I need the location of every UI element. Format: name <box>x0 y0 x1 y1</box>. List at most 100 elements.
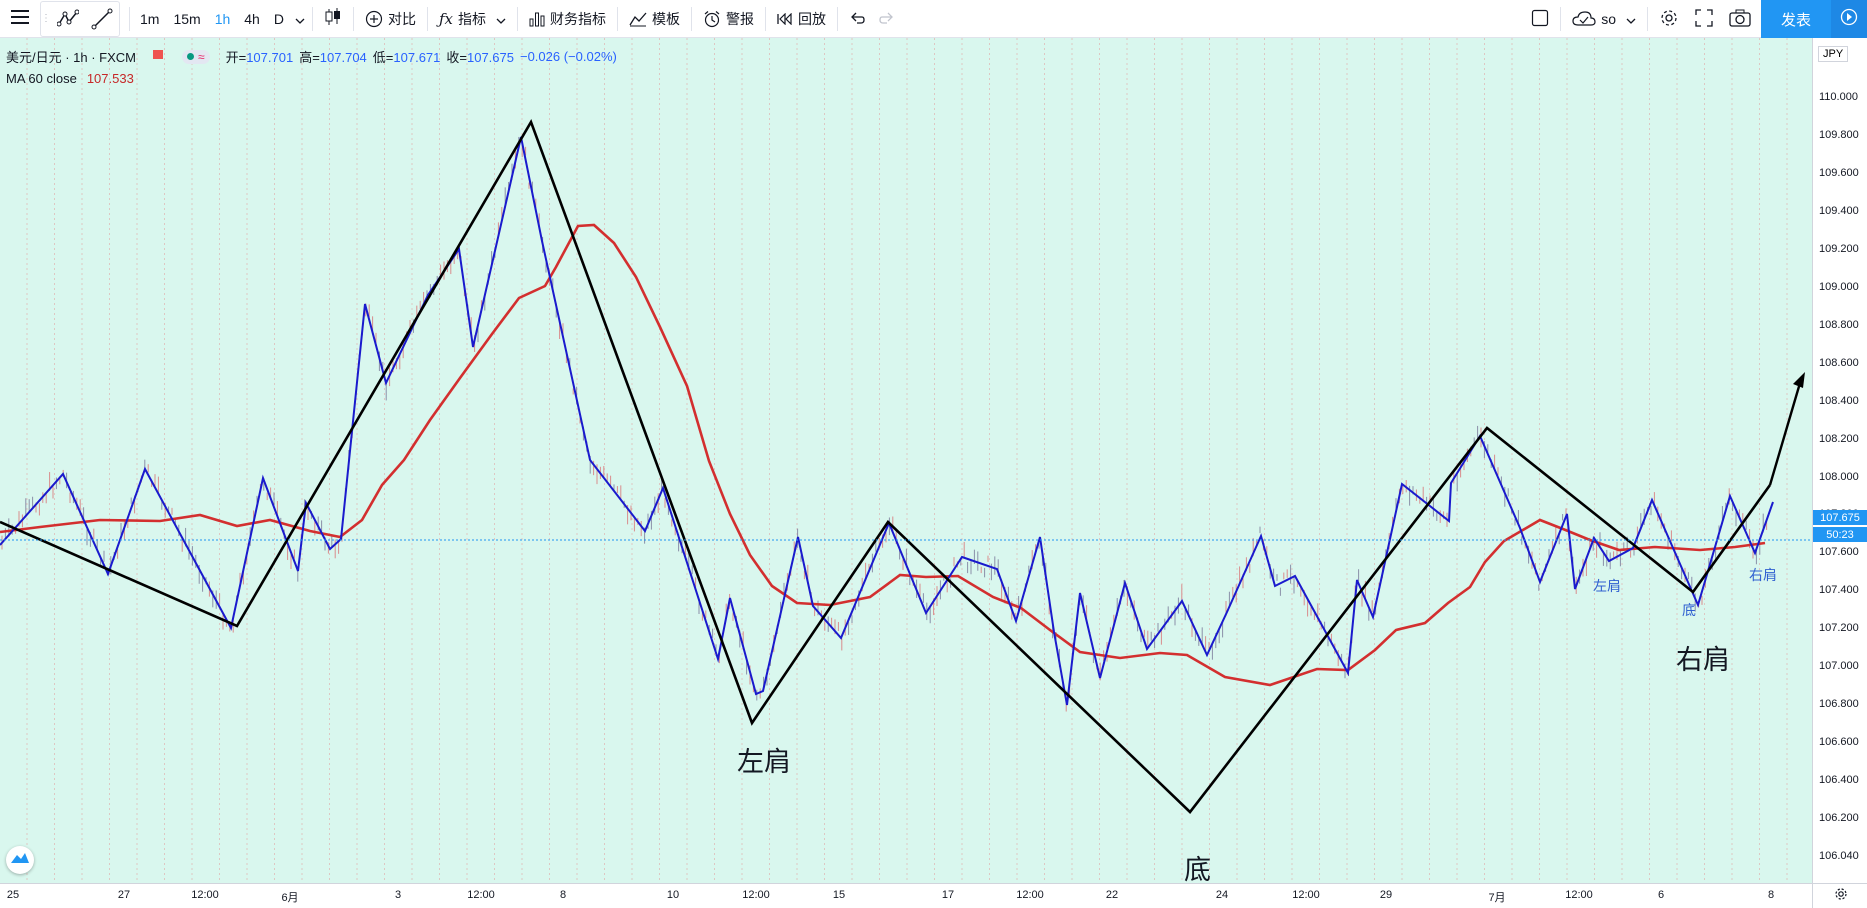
publish-button[interactable]: 发表 <box>1761 0 1831 38</box>
time-tick-label: 7月 <box>1488 892 1506 904</box>
left-shoulder-label: 左肩 <box>737 747 791 778</box>
replay-button[interactable]: 回放 <box>769 0 834 38</box>
indicators-label: 指标 <box>457 10 486 27</box>
time-axis[interactable]: 25 27 12:00 6月 3 12:00 8 10 12:00 15 17 12:00 22 24 12… <box>0 883 1812 908</box>
financials-button[interactable]: 财务指标 <box>521 0 614 38</box>
gear-icon <box>1659 8 1679 31</box>
time-tick-label: 10 <box>666 889 680 901</box>
divider <box>426 6 428 31</box>
interval-d[interactable]: D <box>267 0 291 38</box>
undo-button[interactable] <box>841 0 873 38</box>
publish-menu-button[interactable] <box>1831 0 1867 38</box>
fullscreen-icon <box>1695 8 1713 30</box>
templates-label: 模板 <box>651 10 680 27</box>
open-value: 开=107.701 <box>226 47 294 66</box>
interval-1m[interactable]: 1m <box>133 0 166 38</box>
divider <box>516 6 518 31</box>
time-tick-label: 12:00 <box>742 889 770 901</box>
templates-button[interactable]: 模板 <box>621 0 688 38</box>
alert-label: 警报 <box>725 10 754 27</box>
divider <box>352 6 354 31</box>
time-tick-label: 8 <box>559 889 567 901</box>
play-circle-icon <box>1840 8 1858 31</box>
divider <box>1560 7 1562 31</box>
status-dot-icon <box>187 53 195 60</box>
price-tick-label: 108.000 <box>1819 471 1859 483</box>
time-tick-label: 12:00 <box>191 889 219 901</box>
interval-dropdown[interactable] <box>291 0 309 38</box>
settings-button[interactable] <box>1651 0 1687 38</box>
time-tick-label: 6 <box>1657 889 1665 901</box>
layout-button[interactable] <box>1523 0 1557 38</box>
cloud-label: so <box>1601 11 1616 27</box>
divider <box>1647 7 1648 31</box>
close-label: 收= <box>446 50 467 65</box>
countdown-tag: 50:23 <box>1813 527 1867 542</box>
pattern-tool-icon[interactable] <box>51 0 85 38</box>
snapshot-button[interactable] <box>1721 0 1759 38</box>
trendline-tool-icon[interactable] <box>85 0 119 38</box>
axis-settings-button[interactable] <box>1812 883 1867 908</box>
time-tick-label: 27 <box>117 889 131 901</box>
alarm-clock-icon <box>703 10 721 28</box>
replay-label: 回放 <box>797 10 826 27</box>
alert-button[interactable]: 警报 <box>695 0 762 38</box>
interval-4h[interactable]: 4h <box>237 0 267 38</box>
hamburger-icon <box>11 10 29 27</box>
price-tick-label: 107.000 <box>1819 660 1859 672</box>
fx-icon: ƒx <box>438 9 453 28</box>
price-tick-label: 109.400 <box>1819 205 1859 217</box>
price-tick-label: 108.200 <box>1819 433 1859 445</box>
time-tick-label: 12:00 <box>1292 889 1320 901</box>
price-tick-label: 106.200 <box>1819 812 1859 824</box>
time-tick-label: 12:00 <box>1565 889 1593 901</box>
currency-label[interactable]: JPY <box>1818 46 1849 62</box>
divider <box>129 6 130 31</box>
ma-legend[interactable]: MA 60 close 107.533 <box>6 71 134 86</box>
camera-icon <box>1729 9 1751 30</box>
low-value: 低=107.671 <box>373 47 441 66</box>
high-label: 高= <box>299 50 320 65</box>
time-tick-label: 12:00 <box>467 889 495 901</box>
right-toolbar: so <box>1523 0 1759 38</box>
save-cloud-button[interactable]: so <box>1564 0 1644 38</box>
price-tick-label: 110.000 <box>1819 91 1858 103</box>
interval-1h[interactable]: 1h <box>208 0 238 38</box>
price-tick-label: 109.200 <box>1819 243 1859 255</box>
redo-button[interactable] <box>873 0 901 38</box>
chart-pane[interactable] <box>0 38 1867 907</box>
low-number: 107.671 <box>393 50 441 65</box>
flag-icon <box>152 49 164 64</box>
market-status-badge[interactable]: ≈ <box>182 49 210 64</box>
ma-label: MA 60 close <box>6 71 77 86</box>
interval-15m[interactable]: 15m <box>166 0 207 38</box>
chevron-down-icon <box>1626 11 1636 27</box>
divider <box>690 6 692 31</box>
compare-button[interactable]: 对比 <box>357 0 424 38</box>
drag-handle-icon[interactable]: ⋮ <box>41 13 51 24</box>
ma-value: 107.533 <box>86 71 134 86</box>
time-tick-label: 29 <box>1379 889 1393 901</box>
price-axis[interactable]: 110.000 109.800 109.600 109.400 109.200 109.0… <box>1812 38 1867 899</box>
divider <box>764 6 766 31</box>
fullscreen-button[interactable] <box>1687 0 1721 38</box>
chevron-down-icon <box>295 11 305 27</box>
indicators-button[interactable]: ƒx 指标 <box>431 0 514 38</box>
time-tick-label: 24 <box>1215 889 1229 901</box>
price-tick-label: 109.600 <box>1819 167 1859 179</box>
divider <box>311 6 313 31</box>
tradingview-logo[interactable] <box>6 846 34 874</box>
cloud-icon <box>1572 11 1596 27</box>
close-number: 107.675 <box>466 50 514 65</box>
time-tick-label: 15 <box>832 889 846 901</box>
symbol-label[interactable]: 美元/日元 · 1h · FXCM <box>6 47 136 66</box>
chart-background <box>0 38 1812 883</box>
undo-icon <box>849 11 865 27</box>
right-shoulder-label: 右肩 <box>1676 645 1730 676</box>
menu-button[interactable] <box>0 0 40 38</box>
chart-type-button[interactable] <box>316 0 350 38</box>
compare-label: 对比 <box>387 10 416 27</box>
drawing-tools-floating: ⋮ <box>40 0 120 38</box>
price-chart[interactable] <box>0 38 1812 883</box>
price-tick-label: 109.800 <box>1819 129 1859 141</box>
